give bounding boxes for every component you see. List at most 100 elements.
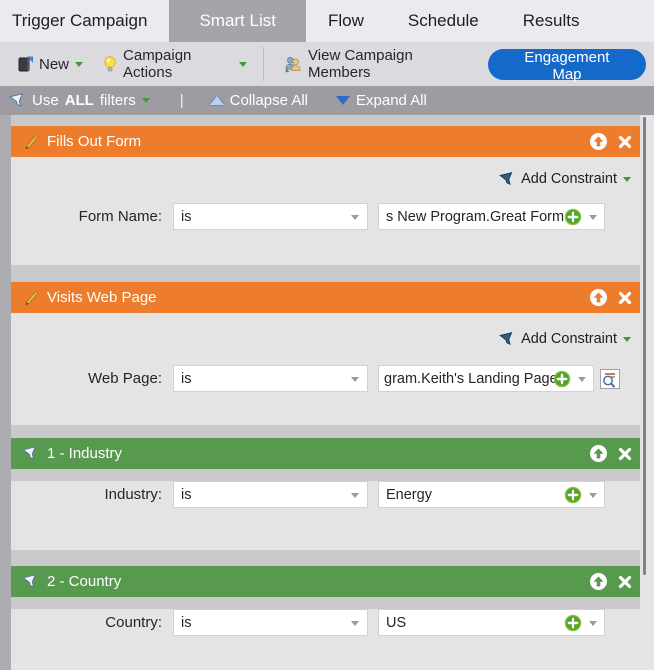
- add-value-icon[interactable]: [564, 614, 582, 632]
- toolbar-divider: [263, 47, 265, 81]
- filter-panel-industry: 1 - Industry Industry: is Energy: [11, 438, 640, 550]
- panel-title: 1 - Industry: [47, 445, 123, 462]
- use-filters-mode: ALL: [64, 92, 94, 109]
- field-label: Web Page:: [88, 370, 162, 387]
- lightbulb-icon: [103, 55, 117, 73]
- panel-title: Visits Web Page: [47, 289, 157, 306]
- panel-header[interactable]: Visits Web Page: [11, 282, 640, 313]
- close-icon[interactable]: [618, 447, 632, 461]
- vertical-scrollbar[interactable]: [640, 115, 654, 670]
- filter-bar-divider: |: [179, 92, 184, 109]
- new-button[interactable]: New: [8, 48, 93, 80]
- field-label: Form Name:: [78, 208, 162, 225]
- chevron-down-icon: [351, 621, 359, 626]
- operator-select[interactable]: is: [173, 481, 368, 508]
- view-campaign-members-button[interactable]: View Campaign Members: [274, 47, 476, 81]
- chevron-down-icon: [351, 377, 359, 382]
- collapse-all-button[interactable]: Collapse All: [209, 92, 308, 109]
- panel-header[interactable]: 2 - Country: [11, 566, 640, 597]
- move-up-button[interactable]: [590, 573, 607, 590]
- value-combo[interactable]: gram.Keith's Landing Page: [378, 365, 594, 392]
- panel-header[interactable]: 1 - Industry: [11, 438, 640, 469]
- close-icon[interactable]: [618, 575, 632, 589]
- chevron-down-icon: [589, 621, 597, 626]
- pencil-icon: [23, 134, 39, 150]
- add-value-icon[interactable]: [564, 486, 582, 504]
- chevron-down-icon: [351, 215, 359, 220]
- value-combo[interactable]: s New Program.Great Form: [378, 203, 605, 230]
- smart-list-canvas: Fills Out Form Add Constraint Form Name:…: [0, 115, 654, 670]
- constraint-funnel-icon: [499, 171, 515, 187]
- toolbar: New Campaign Actions View Campaign Membe…: [0, 42, 654, 86]
- panel-body: Country: is US: [11, 609, 640, 670]
- preview-page-button[interactable]: [600, 368, 620, 389]
- chevron-down-icon: [75, 61, 84, 67]
- scrollbar-thumb[interactable]: [643, 117, 646, 575]
- chevron-down-icon: [589, 215, 597, 220]
- value-text: Energy: [386, 486, 432, 503]
- collapse-all-label: Collapse All: [229, 92, 308, 109]
- expand-triangle-icon: [336, 96, 350, 105]
- tab-bar: Trigger Campaign Smart List Flow Schedul…: [0, 0, 654, 42]
- chevron-down-icon: [351, 493, 359, 498]
- filter-panel-country: 2 - Country Country: is US: [11, 566, 640, 670]
- expand-all-button[interactable]: Expand All: [336, 92, 427, 109]
- add-value-icon[interactable]: [553, 370, 571, 388]
- trigger-panel-visits-web-page: Visits Web Page Add Constraint Web Page:…: [11, 282, 640, 425]
- operator-value: is: [181, 614, 192, 631]
- value-text: s New Program.Great Form: [386, 208, 565, 225]
- operator-value: is: [181, 486, 192, 503]
- chevron-down-icon: [623, 176, 631, 182]
- expand-all-label: Expand All: [356, 92, 427, 109]
- use-filters-text: Use: [32, 92, 59, 109]
- filter-panels: Fills Out Form Add Constraint Form Name:…: [11, 115, 640, 670]
- operator-select[interactable]: is: [173, 203, 368, 230]
- use-filters-suffix: filters: [99, 92, 136, 109]
- funnel-icon: [22, 573, 39, 590]
- funnel-icon: [9, 92, 26, 109]
- add-constraint-label: Add Constraint: [521, 331, 617, 347]
- panel-title: Fills Out Form: [47, 133, 142, 150]
- use-all-filters-dropdown[interactable]: Use ALL filters: [9, 92, 150, 109]
- operator-select[interactable]: is: [173, 609, 368, 636]
- move-up-button[interactable]: [590, 445, 607, 462]
- value-combo[interactable]: Energy: [378, 481, 605, 508]
- chevron-down-icon: [578, 377, 586, 382]
- add-value-icon[interactable]: [564, 208, 582, 226]
- campaign-actions-button[interactable]: Campaign Actions: [93, 47, 257, 81]
- filter-rules-bar: Use ALL filters | Collapse All Expand Al…: [0, 86, 654, 115]
- chevron-down-icon: [623, 336, 631, 342]
- pencil-icon: [23, 290, 39, 306]
- tab-schedule[interactable]: Schedule: [386, 0, 501, 42]
- new-button-label: New: [39, 55, 70, 73]
- engagement-map-button[interactable]: Engagement Map: [487, 48, 647, 83]
- operator-value: is: [181, 370, 192, 387]
- tab-flow[interactable]: Flow: [306, 0, 386, 42]
- tab-results[interactable]: Results: [501, 0, 602, 42]
- new-document-icon: [18, 56, 33, 72]
- campaign-actions-label: Campaign Actions: [123, 47, 192, 81]
- move-up-button[interactable]: [590, 289, 607, 306]
- panel-title: 2 - Country: [47, 573, 122, 590]
- move-up-button[interactable]: [590, 133, 607, 150]
- add-constraint-button[interactable]: Add Constraint: [11, 313, 640, 347]
- close-icon[interactable]: [618, 135, 632, 149]
- operator-select[interactable]: is: [173, 365, 368, 392]
- campaign-editor-window: Trigger Campaign Smart List Flow Schedul…: [0, 0, 654, 670]
- canvas-left-edge: [0, 115, 11, 670]
- add-constraint-button[interactable]: Add Constraint: [11, 157, 640, 187]
- add-constraint-label: Add Constraint: [521, 171, 617, 187]
- close-icon[interactable]: [618, 291, 632, 305]
- chevron-down-icon: [589, 493, 597, 498]
- value-text: US: [386, 614, 407, 631]
- panel-header[interactable]: Fills Out Form: [11, 126, 640, 157]
- funnel-icon: [22, 445, 39, 462]
- constraint-funnel-icon: [499, 331, 515, 347]
- tab-trigger-campaign[interactable]: Trigger Campaign: [0, 0, 169, 42]
- value-combo[interactable]: US: [378, 609, 605, 636]
- panel-body: Industry: is Energy: [11, 481, 640, 550]
- panel-body: Add Constraint Web Page: is gram.Keith's…: [11, 313, 640, 425]
- panel-body: Add Constraint Form Name: is s New Progr…: [11, 157, 640, 265]
- tab-smart-list[interactable]: Smart List: [169, 0, 306, 42]
- field-row: Industry: is Energy: [11, 481, 640, 508]
